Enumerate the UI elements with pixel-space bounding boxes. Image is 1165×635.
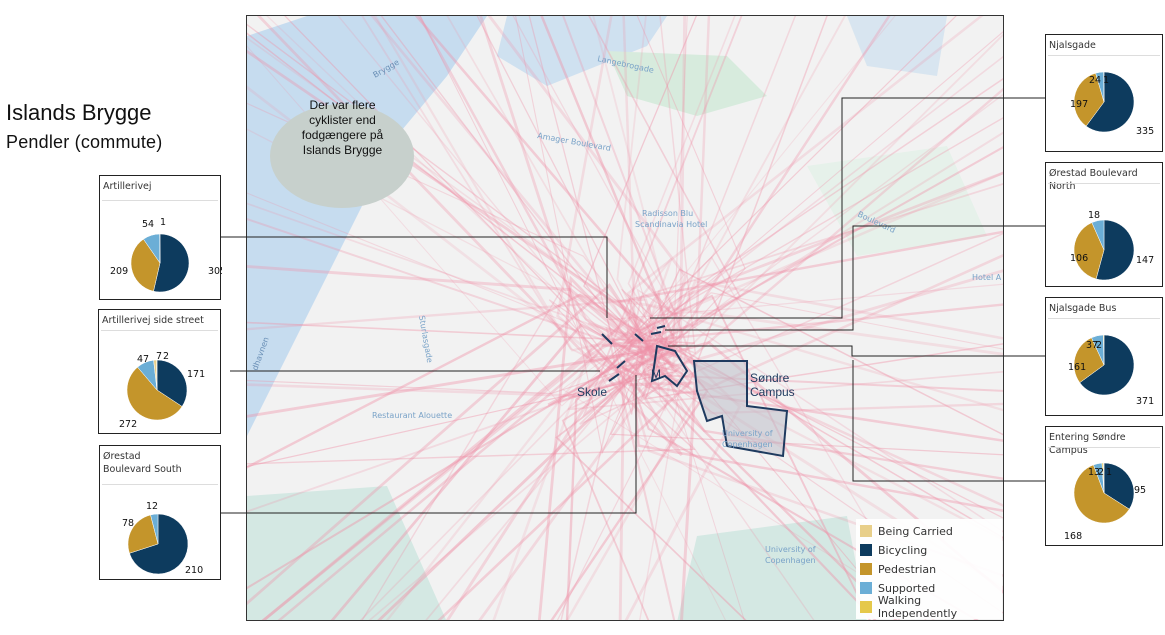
poi-university-south-2: Copenhagen — [765, 556, 816, 565]
pie-value-label: 1 — [160, 217, 166, 228]
pie-value-label: 78 — [122, 518, 134, 529]
pie-value-label: 371 — [1136, 396, 1154, 407]
legend-item-being-carried: Being Carried — [860, 523, 953, 539]
poi-restaurant: Restaurant Alouette — [372, 411, 452, 420]
pie-panel-njalsgade[interactable]: Njalsgade 335 197 24 1 — [1045, 34, 1163, 152]
pie-value-label: 7 — [156, 351, 162, 362]
pie-value-label: 47 — [137, 354, 149, 365]
pie-panel-njalsgade-bus[interactable]: Njalsgade Bus 371 161 37 2 — [1045, 297, 1163, 416]
pie-value-label: 1 — [1103, 75, 1109, 86]
pie-chart: 210 78 12 — [122, 501, 203, 576]
pie-value-label: 95 — [1134, 485, 1146, 496]
route-line — [628, 381, 697, 620]
pie-panel-orestad-boulevard-south[interactable]: Ørestad Boulevard South 210 78 12 — [99, 445, 221, 580]
pie-chart: 171 272 47 7 2 — [119, 351, 205, 430]
pie-value-label: 197 — [1070, 99, 1088, 110]
pie-value-label: 24 — [1089, 75, 1101, 86]
pie-value-label: 168 — [1064, 531, 1082, 542]
legend-swatch — [860, 544, 872, 556]
legend-swatch — [860, 601, 872, 613]
street-label-amager-boulevard: Amager Boulevard — [537, 131, 612, 153]
pie-chart: 335 197 24 1 — [1070, 71, 1154, 137]
pie-value-label: 12 — [146, 501, 158, 512]
pie-panel-entering-sondre-campus[interactable]: Entering Søndre Campus 95 168 13 2 1 — [1045, 426, 1163, 546]
pie-value-label: 2 — [163, 351, 169, 362]
poi-radisson: Radisson Blu — [642, 209, 693, 218]
pie-value-label: 54 — [142, 219, 154, 230]
skole-label: Skole — [577, 385, 607, 399]
pie-value-label: 305 — [208, 266, 222, 277]
page-title: Islands Brygge — [6, 100, 152, 125]
poi-university-2: Copenhagen — [722, 440, 773, 449]
poi-university: University of — [722, 429, 773, 438]
pie-value-label: 106 — [1070, 253, 1088, 264]
pie-value-label: 1 — [1106, 467, 1112, 478]
pie-value-label: 147 — [1136, 255, 1154, 266]
park-area-3 — [677, 516, 867, 620]
pie-chart: 305 209 54 1 — [110, 217, 222, 293]
pie-value-label: 171 — [187, 369, 205, 380]
pie-panel-artillerivej-side-street[interactable]: Artillerivej side street 171 272 47 7 2 — [98, 309, 221, 434]
legend-swatch — [860, 563, 872, 575]
pie-value-label: 2 — [1098, 467, 1104, 478]
pie-value-label: 209 — [110, 266, 128, 277]
pie-value-label: 335 — [1136, 126, 1154, 137]
pie-value-label: 272 — [119, 419, 137, 430]
pie-panel-orestad-boulevard-north[interactable]: Ørestad Boulevard North 147 106 18 — [1045, 162, 1163, 287]
poi-hotel: Hotel A — [972, 273, 1002, 282]
pie-panel-artillerivej[interactable]: Artillerivej 305209541 — [99, 175, 222, 300]
m-label: M — [651, 367, 661, 381]
pie-chart: 371161372 — [1068, 334, 1154, 407]
poi-radisson-2: Scandinavia Hotel — [635, 220, 707, 229]
annotation-bubble-text: Der var flere cyklister end fodgængere p… — [301, 98, 384, 157]
sondre-campus-label-1: Søndre — [750, 371, 790, 385]
pie-value-label: 210 — [185, 565, 203, 576]
pie-value-label: 18 — [1088, 210, 1100, 221]
legend-swatch — [860, 525, 872, 537]
legend: Being Carried Bicycling Pedestrian Suppo… — [856, 519, 1002, 620]
pie-chart: 95168132 1 — [1064, 462, 1146, 542]
sondre-campus-label-2: Campus — [750, 385, 795, 399]
lake-water — [847, 16, 947, 76]
pie-chart: 147 106 18 — [1070, 210, 1154, 281]
page-subtitle: Pendler (commute) — [6, 132, 163, 152]
pie-value-label: 161 — [1068, 362, 1086, 373]
poi-university-south: University of — [765, 545, 816, 554]
street-label-sturlasgade: Sturlasgade — [417, 315, 434, 364]
pie-value-label: 2 — [1096, 340, 1102, 351]
legend-item-pedestrian: Pedestrian — [860, 561, 936, 577]
legend-item-walking-independently: Walking Independently — [860, 594, 1002, 620]
legend-swatch — [860, 582, 872, 594]
harbour-water — [247, 16, 487, 436]
legend-item-bicycling: Bicycling — [860, 542, 927, 558]
